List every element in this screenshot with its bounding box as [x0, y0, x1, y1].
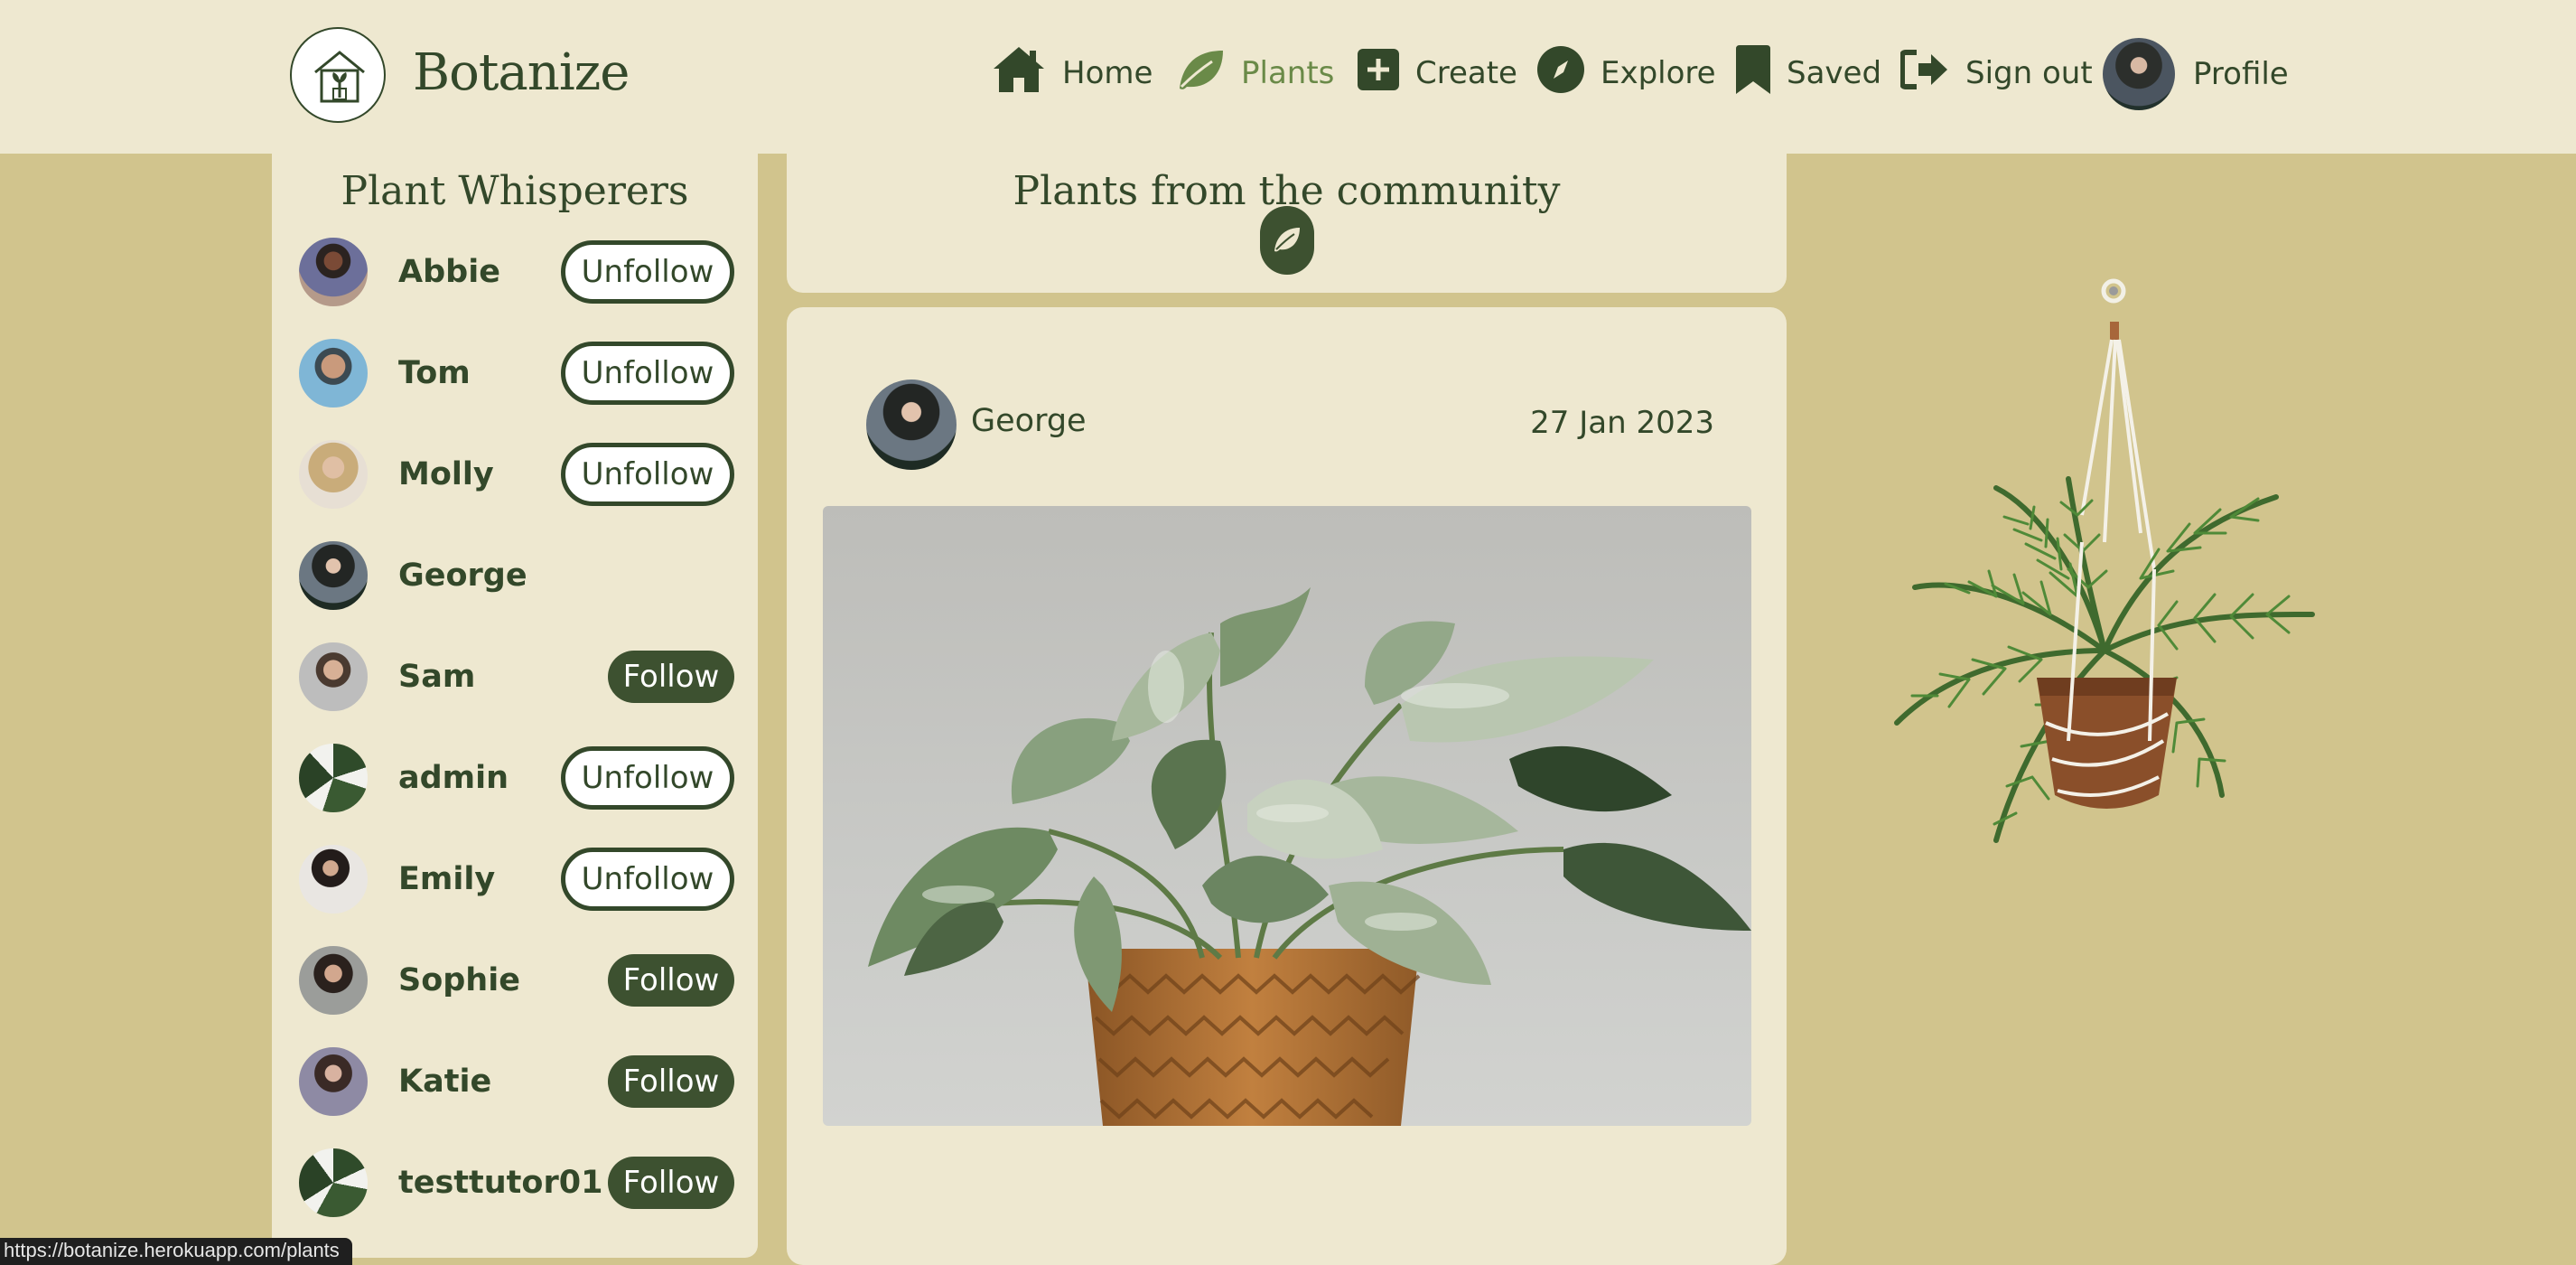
hanging-plant-illustration — [1852, 271, 2321, 979]
post-image[interactable] — [823, 506, 1751, 1126]
nav-plants[interactable]: Plants — [1176, 45, 1334, 101]
brand-logo[interactable] — [290, 27, 386, 123]
avatar[interactable] — [297, 438, 369, 511]
status-bar-url: https://botanize.herokuapp.com/plants — [0, 1238, 352, 1265]
post-card: George 27 Jan 2023 — [787, 307, 1787, 1265]
hanging-fern-icon — [1894, 278, 2315, 843]
post-date: 27 Jan 2023 — [1530, 405, 1714, 441]
avatar[interactable] — [297, 1045, 369, 1118]
house-sprout-icon — [314, 51, 365, 103]
nav-create[interactable]: Create — [1358, 45, 1517, 101]
nav-explore[interactable]: Explore — [1537, 45, 1716, 101]
whisperer-name[interactable]: Emily — [398, 861, 561, 897]
unfollow-button[interactable]: Unfollow — [561, 240, 734, 304]
nav-explore-label: Explore — [1601, 55, 1716, 91]
whisperer-name[interactable]: Katie — [398, 1064, 608, 1100]
unfollow-button[interactable]: Unfollow — [561, 443, 734, 506]
home-icon — [992, 45, 1046, 102]
whisperer-name[interactable]: George — [398, 558, 734, 594]
whisperer-row: Sophie Follow — [297, 943, 734, 1017]
avatar[interactable] — [297, 337, 369, 409]
potted-pothos-plant-photo — [868, 587, 1751, 1126]
follow-button[interactable]: Follow — [608, 1055, 734, 1108]
avatar[interactable] — [297, 742, 369, 814]
unfollow-button[interactable]: Unfollow — [561, 342, 734, 405]
compass-icon — [1537, 45, 1584, 101]
nav-saved[interactable]: Saved — [1736, 44, 1882, 102]
bookmark-icon — [1736, 44, 1770, 102]
whisperer-name[interactable]: Tom — [398, 355, 561, 391]
avatar[interactable] — [297, 843, 369, 915]
nav-create-label: Create — [1415, 55, 1517, 91]
nav-home[interactable]: Home — [992, 45, 1153, 101]
whisperer-name[interactable]: Molly — [398, 456, 561, 492]
plus-square-icon — [1358, 48, 1399, 98]
follow-button[interactable]: Follow — [608, 651, 734, 703]
nav-sign-out[interactable]: Sign out — [1899, 45, 2093, 101]
avatar[interactable] — [297, 944, 369, 1017]
nav-profile[interactable]: Profile — [2103, 38, 2289, 110]
whisperer-name[interactable]: admin — [398, 760, 561, 796]
whisperer-name[interactable]: Abbie — [398, 254, 561, 290]
whisperer-name[interactable]: Sophie — [398, 962, 608, 998]
sign-out-icon — [1899, 49, 1949, 98]
nav-plants-label: Plants — [1241, 55, 1335, 91]
whisperer-row: Katie Follow — [297, 1045, 734, 1119]
unfollow-button[interactable]: Unfollow — [561, 848, 734, 911]
nav-sign-out-label: Sign out — [1965, 55, 2093, 91]
nav-profile-label: Profile — [2193, 56, 2289, 92]
whisperer-name[interactable]: Sam — [398, 659, 608, 695]
post-author-avatar[interactable] — [866, 380, 957, 470]
avatar[interactable] — [297, 539, 369, 612]
sidebar-title: Plant Whisperers — [341, 168, 689, 214]
nav-saved-label: Saved — [1787, 55, 1882, 91]
avatar[interactable] — [297, 1147, 369, 1219]
whisperer-row: testtutor01 Follow — [297, 1146, 734, 1220]
feed-header: Plants from the community — [787, 154, 1787, 293]
whisperer-name[interactable]: testtutor01 — [398, 1165, 608, 1201]
leaf-icon — [1176, 47, 1225, 100]
whisperer-row: Molly Unfollow — [297, 437, 734, 511]
leaf-icon — [1274, 228, 1300, 252]
brand-name[interactable]: Botanize — [413, 40, 630, 107]
whisperer-row: Sam Follow — [297, 640, 734, 714]
whisperer-row: admin Unfollow — [297, 741, 734, 815]
whisperer-row: Abbie Unfollow — [297, 235, 734, 309]
avatar[interactable] — [297, 236, 369, 308]
plant-whisperers-sidebar: Plant Whisperers Abbie Unfollow Tom Unfo… — [272, 154, 758, 1258]
post-author[interactable]: George — [971, 403, 1087, 439]
profile-avatar — [2103, 38, 2175, 110]
nav-home-label: Home — [1062, 55, 1153, 91]
follow-button[interactable]: Follow — [608, 1157, 734, 1209]
avatar[interactable] — [297, 641, 369, 713]
whisperer-row: Emily Unfollow — [297, 842, 734, 916]
whisperer-row: Tom Unfollow — [297, 336, 734, 410]
whisperer-row: George — [297, 539, 734, 613]
unfollow-button[interactable]: Unfollow — [561, 746, 734, 810]
follow-button[interactable]: Follow — [608, 954, 734, 1007]
top-navbar: Botanize Home Plants Create Explore Save… — [0, 0, 2576, 154]
leaf-badge — [1260, 206, 1314, 275]
